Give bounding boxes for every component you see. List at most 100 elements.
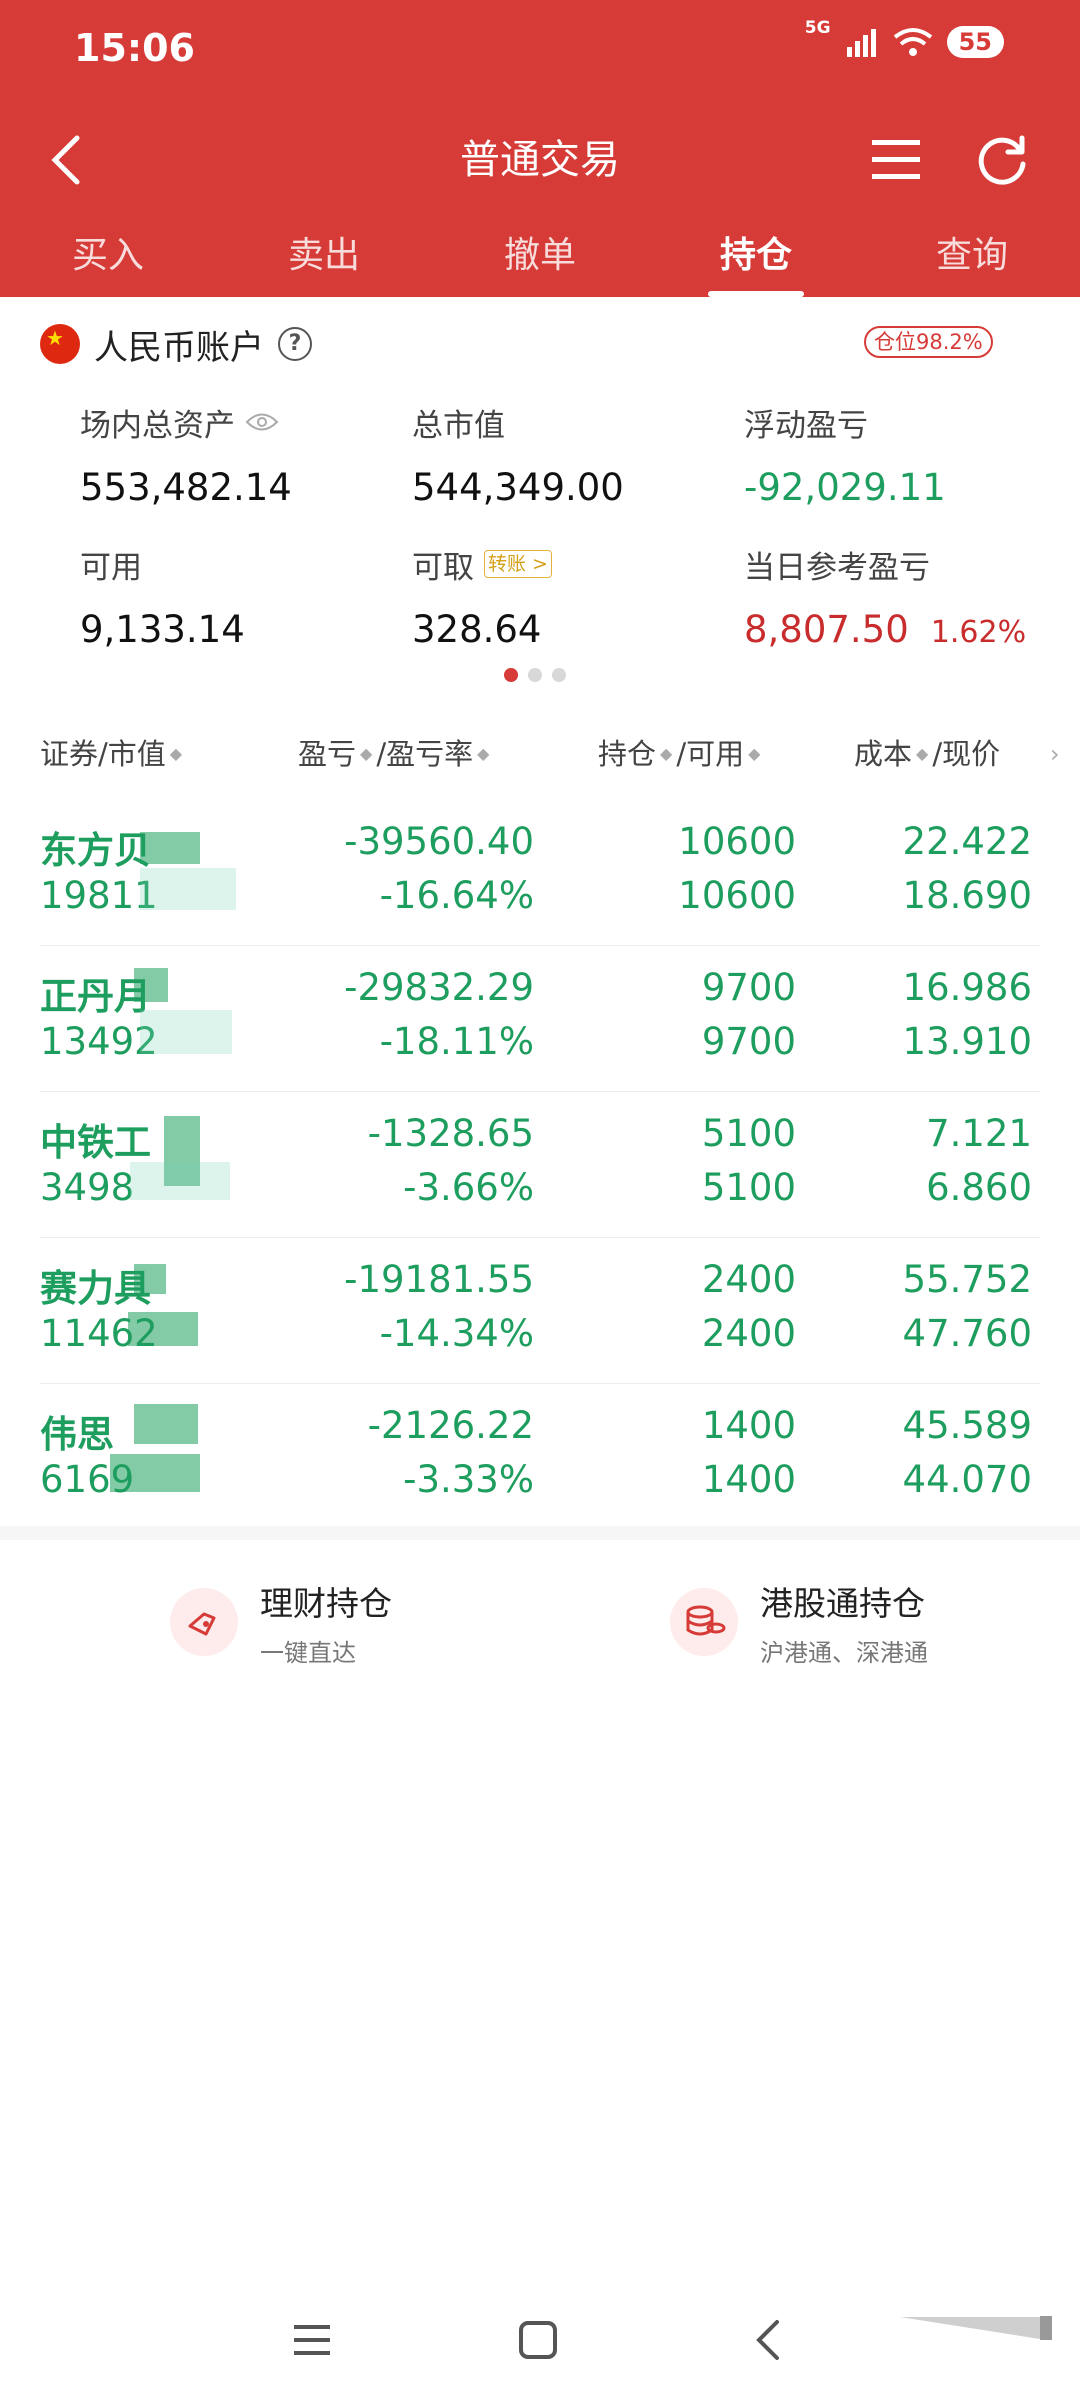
sort-icon: ◆	[660, 744, 673, 763]
stock-name: 中铁工	[40, 1121, 151, 1164]
market-value-value: 544,349.00	[412, 466, 624, 509]
stock-cost: 22.422	[902, 820, 1032, 863]
daily-pl: 当日参考盈亏 8,807.50 1.62%	[744, 542, 1027, 652]
tab-sell[interactable]: 卖出	[216, 222, 432, 297]
stock-pl: -1328.65	[367, 1112, 534, 1155]
col-holding[interactable]: 持仓 ◆/可用 ◆	[598, 724, 760, 784]
wealth-positions-title: 理财持仓	[260, 1583, 392, 1623]
menu-button[interactable]	[866, 130, 926, 190]
available-value: 9,133.14	[80, 608, 245, 651]
stock-available: 1400	[701, 1458, 796, 1501]
tab-cancel-order[interactable]: 撤单	[432, 222, 648, 297]
daily-pl-percent: 1.62%	[930, 615, 1027, 650]
total-assets-label: 场内总资产	[80, 407, 235, 444]
stock-pl-rate: -14.34%	[379, 1312, 534, 1355]
stock-pl: -19181.55	[344, 1258, 534, 1301]
stock-cost: 7.121	[926, 1112, 1032, 1155]
sort-icon: ◆	[748, 744, 761, 763]
privacy-mosaic	[134, 1264, 166, 1294]
page-indicator	[504, 668, 566, 682]
account-title: 人民币账户	[94, 327, 264, 368]
sort-icon: ◆	[360, 744, 373, 763]
stock-market-value: 3498	[40, 1166, 135, 1209]
privacy-mosaic	[134, 968, 168, 1002]
eye-icon[interactable]	[245, 411, 279, 433]
stock-holding: 5100	[701, 1112, 796, 1155]
recent-apps-button[interactable]	[282, 2310, 342, 2370]
menu-icon	[294, 2325, 330, 2355]
stock-price: 47.760	[902, 1312, 1032, 1355]
table-row[interactable]: 伟思 6169 -2126.22 -3.33% 1400 1400 45.589…	[0, 1384, 1080, 1530]
floating-pl: 浮动盈亏 -92,029.11	[744, 400, 946, 510]
tab-query[interactable]: 查询	[864, 222, 1080, 297]
tab-buy[interactable]: 买入	[0, 222, 216, 297]
wifi-icon	[893, 28, 932, 56]
stock-holding: 9700	[701, 966, 796, 1009]
daily-pl-label: 当日参考盈亏	[744, 549, 930, 586]
stock-price: 13.910	[902, 1020, 1032, 1063]
floating-pl-label: 浮动盈亏	[744, 407, 868, 444]
table-row[interactable]: 东方贝 19811 -39560.40 -16.64% 10600 10600 …	[0, 800, 1080, 946]
china-flag-icon	[40, 324, 80, 364]
withdrawable-label: 可取	[412, 549, 474, 586]
stock-price: 6.860	[926, 1166, 1032, 1209]
privacy-mosaic	[140, 868, 236, 910]
privacy-mosaic	[134, 1404, 198, 1444]
status-icons: 5G 55	[805, 18, 1004, 58]
hk-connect-positions-title: 港股通持仓	[760, 1583, 925, 1623]
table-row[interactable]: 正丹月 13492 -29832.29 -18.11% 9700 9700 16…	[0, 946, 1080, 1092]
col-security-mv[interactable]: 证券/市值 ◆	[40, 724, 182, 784]
privacy-mosaic	[128, 1312, 198, 1346]
home-button[interactable]	[508, 2310, 568, 2370]
market-value-label: 总市值	[412, 407, 505, 444]
stock-holding: 2400	[701, 1258, 796, 1301]
col-cost-price[interactable]: 成本 ◆/现价	[854, 724, 1000, 784]
stock-pl: -2126.22	[367, 1404, 534, 1447]
market-value: 总市值 544,349.00	[412, 400, 624, 510]
help-icon[interactable]: ?	[278, 327, 312, 361]
privacy-mosaic	[140, 832, 200, 864]
stock-price: 18.690	[902, 874, 1032, 917]
system-back-button[interactable]	[738, 2310, 798, 2370]
menu-icon	[872, 140, 920, 179]
hk-connect-positions-link[interactable]: 港股通持仓 沪港通、深港通	[670, 1572, 928, 1672]
stock-pl-rate: -3.33%	[403, 1458, 534, 1501]
wallet-icon	[170, 1588, 238, 1656]
stock-pl-rate: -16.64%	[379, 874, 534, 917]
table-row[interactable]: 中铁工 3498 -1328.65 -3.66% 5100 5100 7.121…	[0, 1092, 1080, 1238]
stock-cost: 55.752	[902, 1258, 1032, 1301]
app-header: 15:06 5G 55 普通交易 买入 卖出 撤单 持仓 查询	[0, 0, 1080, 297]
stock-available: 9700	[701, 1020, 796, 1063]
sort-icon: ◆	[477, 744, 490, 763]
stock-pl: -29832.29	[344, 966, 534, 1009]
privacy-mosaic	[110, 1454, 200, 1492]
page-dot	[552, 668, 566, 682]
stock-pl-rate: -3.66%	[403, 1166, 534, 1209]
total-assets: 场内总资产 553,482.14	[80, 400, 292, 510]
col-pl[interactable]: 盈亏 ◆/盈亏率 ◆	[298, 724, 489, 784]
wealth-positions-link[interactable]: 理财持仓 一键直达	[170, 1572, 392, 1672]
privacy-mosaic	[130, 1162, 230, 1200]
nav-bar: 普通交易	[0, 110, 1080, 210]
stock-cost: 45.589	[902, 1404, 1032, 1447]
page-dot	[528, 668, 542, 682]
sort-icon: ◆	[916, 744, 929, 763]
tab-positions[interactable]: 持仓	[648, 222, 864, 297]
chevron-right-icon[interactable]: ›	[1050, 740, 1060, 768]
refresh-button[interactable]	[972, 130, 1034, 192]
stock-cost: 16.986	[902, 966, 1032, 1009]
stock-available: 2400	[701, 1312, 796, 1355]
page-dot	[504, 668, 518, 682]
trade-tabs: 买入 卖出 撤单 持仓 查询	[0, 222, 1080, 297]
sort-icon: ◆	[169, 744, 183, 763]
withdrawable-funds: 可取 转账 > 328.64	[412, 542, 552, 651]
table-row[interactable]: 赛力具 11462 -19181.55 -14.34% 2400 2400 55…	[0, 1238, 1080, 1384]
withdrawable-value: 328.64	[412, 608, 542, 651]
network-type: 5G	[804, 18, 831, 38]
transfer-button[interactable]: 转账 >	[484, 550, 552, 578]
chevron-left-icon	[756, 2320, 779, 2360]
stock-price: 44.070	[902, 1458, 1032, 1501]
total-assets-value: 553,482.14	[80, 466, 292, 509]
section-separator	[0, 1526, 1080, 1540]
scroll-handle-icon[interactable]	[890, 2312, 1060, 2342]
